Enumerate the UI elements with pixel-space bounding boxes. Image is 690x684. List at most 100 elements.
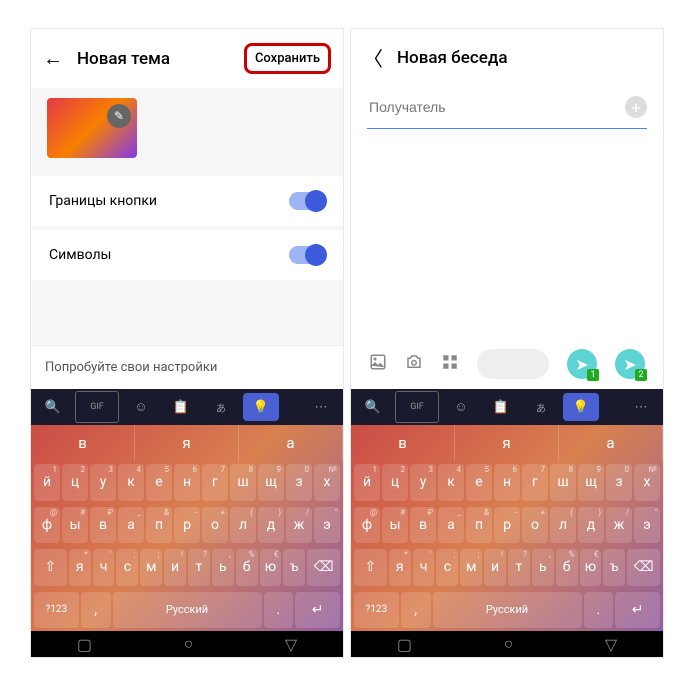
- key-о[interactable]: о+: [202, 507, 228, 544]
- add-recipient-icon[interactable]: +: [625, 96, 647, 118]
- nav-recent-icon[interactable]: ▢: [77, 635, 92, 654]
- key-ы[interactable]: ы#: [382, 507, 408, 544]
- key-х[interactable]: х№: [314, 464, 340, 501]
- key-з[interactable]: з0: [286, 464, 312, 501]
- option-button-borders[interactable]: Границы кнопки: [31, 176, 343, 226]
- edit-icon[interactable]: ✎: [107, 104, 131, 128]
- key-period[interactable]: .: [264, 592, 294, 629]
- key-в[interactable]: в₽: [410, 507, 436, 544]
- key-ю[interactable]: ю€: [260, 549, 282, 586]
- key-в[interactable]: в₽: [90, 507, 116, 544]
- key-г[interactable]: г7: [202, 464, 228, 501]
- try-input[interactable]: Попробуйте свои настройки: [31, 345, 343, 389]
- kb-light-icon[interactable]: 💡: [243, 393, 279, 421]
- kb-more-icon[interactable]: ⋯: [303, 393, 339, 421]
- key-shift[interactable]: ⇧: [354, 549, 387, 586]
- send-button-2[interactable]: ➤2: [615, 349, 645, 379]
- key-й[interactable]: й1: [34, 464, 60, 501]
- kb-clipboard-icon[interactable]: 📋: [163, 393, 199, 421]
- key-п[interactable]: п&: [146, 507, 172, 544]
- key-я[interactable]: я*: [69, 549, 91, 586]
- kb-more-icon[interactable]: ⋯: [623, 393, 659, 421]
- suggestion[interactable]: в: [351, 425, 455, 461]
- key-ъ[interactable]: ъ: [603, 549, 625, 586]
- key-л[interactable]: л(: [230, 507, 256, 544]
- key-м[interactable]: м;: [140, 549, 162, 586]
- key-backspace[interactable]: ⌫: [307, 549, 340, 586]
- key-т[interactable]: т?: [508, 549, 530, 586]
- key-ф[interactable]: ф@: [34, 507, 60, 544]
- recipient-input[interactable]: [367, 98, 625, 116]
- theme-thumbnail[interactable]: ✎: [47, 98, 137, 158]
- key-shift[interactable]: ⇧: [34, 549, 67, 586]
- key-д[interactable]: д): [258, 507, 284, 544]
- key-х[interactable]: х№: [634, 464, 660, 501]
- key-р[interactable]: р-: [494, 507, 520, 544]
- kb-gif-icon[interactable]: GIF: [395, 391, 439, 423]
- suggestion[interactable]: а: [239, 425, 343, 461]
- key-comma[interactable]: ,: [81, 592, 111, 629]
- key-comma[interactable]: ,: [401, 592, 431, 629]
- nav-home-icon[interactable]: ○: [504, 634, 514, 654]
- key-у[interactable]: у3: [410, 464, 436, 501]
- suggestion[interactable]: а: [559, 425, 663, 461]
- key-л[interactable]: л(: [550, 507, 576, 544]
- key-э[interactable]: э": [634, 507, 660, 544]
- suggestion[interactable]: в: [31, 425, 135, 461]
- key-space[interactable]: Русский: [113, 592, 262, 629]
- key-щ[interactable]: щ9: [578, 464, 604, 501]
- key-space[interactable]: Русский: [433, 592, 582, 629]
- key-б[interactable]: б%: [556, 549, 578, 586]
- kb-gif-icon[interactable]: GIF: [75, 391, 119, 423]
- key-н[interactable]: н6: [494, 464, 520, 501]
- key-р[interactable]: р-: [174, 507, 200, 544]
- key-е[interactable]: е5: [146, 464, 172, 501]
- back-icon[interactable]: ←: [43, 46, 63, 71]
- key-ы[interactable]: ы#: [62, 507, 88, 544]
- key-й[interactable]: й1: [354, 464, 380, 501]
- key-ж[interactable]: ж/: [286, 507, 312, 544]
- key-о[interactable]: о+: [522, 507, 548, 544]
- key-у[interactable]: у3: [90, 464, 116, 501]
- key-к[interactable]: к4: [438, 464, 464, 501]
- key-е[interactable]: е5: [466, 464, 492, 501]
- kb-search-icon[interactable]: 🔍: [355, 393, 391, 421]
- send-button-1[interactable]: ➤1: [567, 349, 597, 379]
- key-ф[interactable]: ф@: [354, 507, 380, 544]
- key-ц[interactable]: ц2: [62, 464, 88, 501]
- key-ш[interactable]: ш8: [550, 464, 576, 501]
- key-г[interactable]: г7: [522, 464, 548, 501]
- nav-recent-icon[interactable]: ▢: [397, 635, 412, 654]
- key-numeric[interactable]: ?123: [354, 592, 399, 629]
- key-щ[interactable]: щ9: [258, 464, 284, 501]
- key-э[interactable]: э": [314, 507, 340, 544]
- key-ю[interactable]: ю€: [580, 549, 602, 586]
- key-м[interactable]: м;: [460, 549, 482, 586]
- suggestion[interactable]: я: [135, 425, 239, 461]
- toggle-borders[interactable]: [289, 192, 325, 210]
- message-input[interactable]: [477, 349, 549, 379]
- key-а[interactable]: а_: [438, 507, 464, 544]
- camera-icon[interactable]: [405, 353, 423, 375]
- apps-icon[interactable]: [441, 353, 459, 375]
- key-ъ[interactable]: ъ: [283, 549, 305, 586]
- key-я[interactable]: я*: [389, 549, 411, 586]
- key-ж[interactable]: ж/: [606, 507, 632, 544]
- kb-search-icon[interactable]: 🔍: [35, 393, 71, 421]
- kb-clipboard-icon[interactable]: 📋: [483, 393, 519, 421]
- kb-sticker-icon[interactable]: ☺: [123, 393, 159, 421]
- key-а[interactable]: а_: [118, 507, 144, 544]
- key-ь[interactable]: ь,: [532, 549, 554, 586]
- key-ь[interactable]: ь,: [212, 549, 234, 586]
- key-numeric[interactable]: ?123: [34, 592, 79, 629]
- key-ч[interactable]: ч': [413, 549, 435, 586]
- kb-sticker-icon[interactable]: ☺: [443, 393, 479, 421]
- key-и[interactable]: и!: [164, 549, 186, 586]
- back-icon[interactable]: 〈: [363, 43, 383, 72]
- key-н[interactable]: н6: [174, 464, 200, 501]
- option-symbols[interactable]: Символы: [31, 230, 343, 280]
- key-з[interactable]: з0: [606, 464, 632, 501]
- kb-light-icon[interactable]: 💡: [563, 393, 599, 421]
- toggle-symbols[interactable]: [289, 246, 325, 264]
- key-enter[interactable]: ↵: [295, 592, 340, 629]
